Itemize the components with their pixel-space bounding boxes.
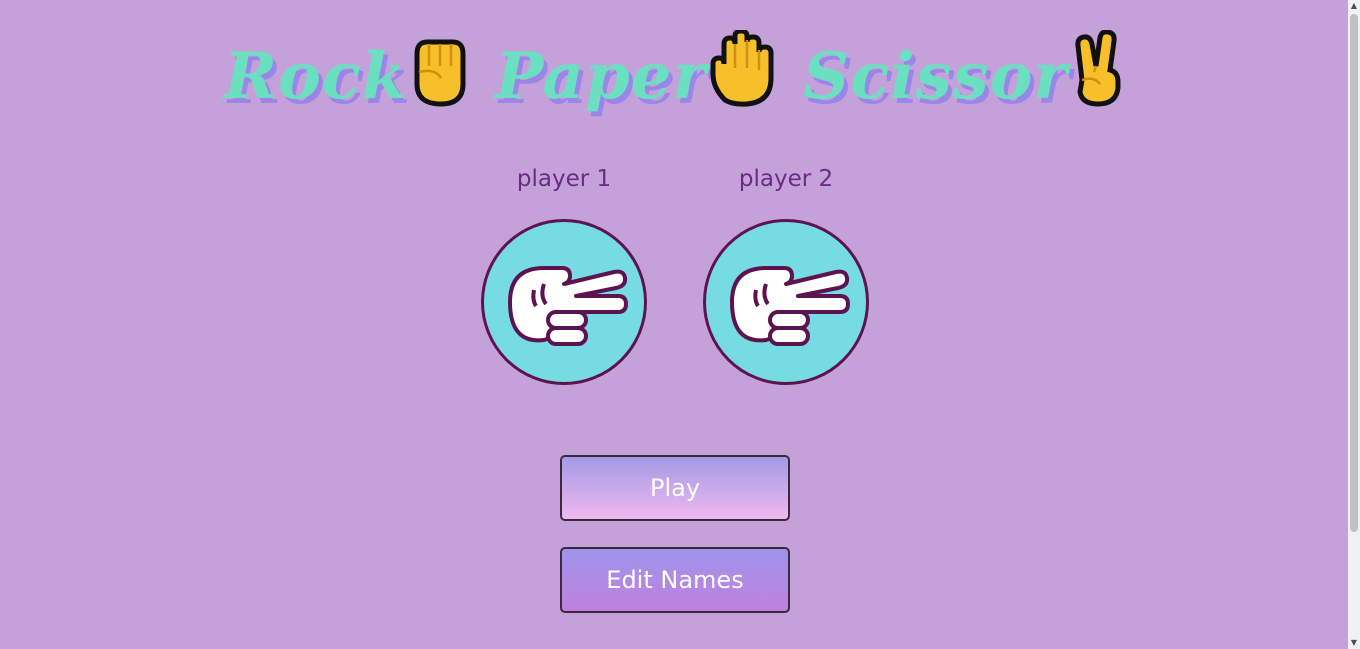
player-1-name: player 1: [516, 166, 612, 192]
game-title: Rock Paper Scissor: [0, 28, 1348, 132]
title-word-scissor: Scissor: [803, 39, 1069, 114]
raised-fist-icon: [407, 34, 469, 132]
raised-hand-icon: [707, 28, 777, 132]
vertical-scrollbar[interactable]: ▲ ▼: [1348, 0, 1360, 649]
title-word-rock: Rock: [223, 39, 408, 114]
victory-hand-icon: [1068, 29, 1124, 132]
title-word-paper: Paper: [495, 39, 708, 114]
scrollbar-thumb[interactable]: [1350, 14, 1358, 532]
play-button[interactable]: Play: [560, 455, 790, 521]
player-1-hand: [481, 219, 647, 385]
scroll-up-arrow-icon[interactable]: ▲: [1348, 0, 1360, 12]
player-2-hand: [703, 219, 869, 385]
edit-names-button[interactable]: Edit Names: [560, 547, 790, 613]
game-page: Rock Paper Scissor player 1 player 2 Pla…: [0, 0, 1360, 649]
scroll-down-arrow-icon[interactable]: ▼: [1348, 637, 1360, 649]
scissors-hand-icon: [730, 266, 850, 346]
scissors-hand-icon: [508, 266, 628, 346]
player-2-name: player 2: [738, 166, 834, 192]
